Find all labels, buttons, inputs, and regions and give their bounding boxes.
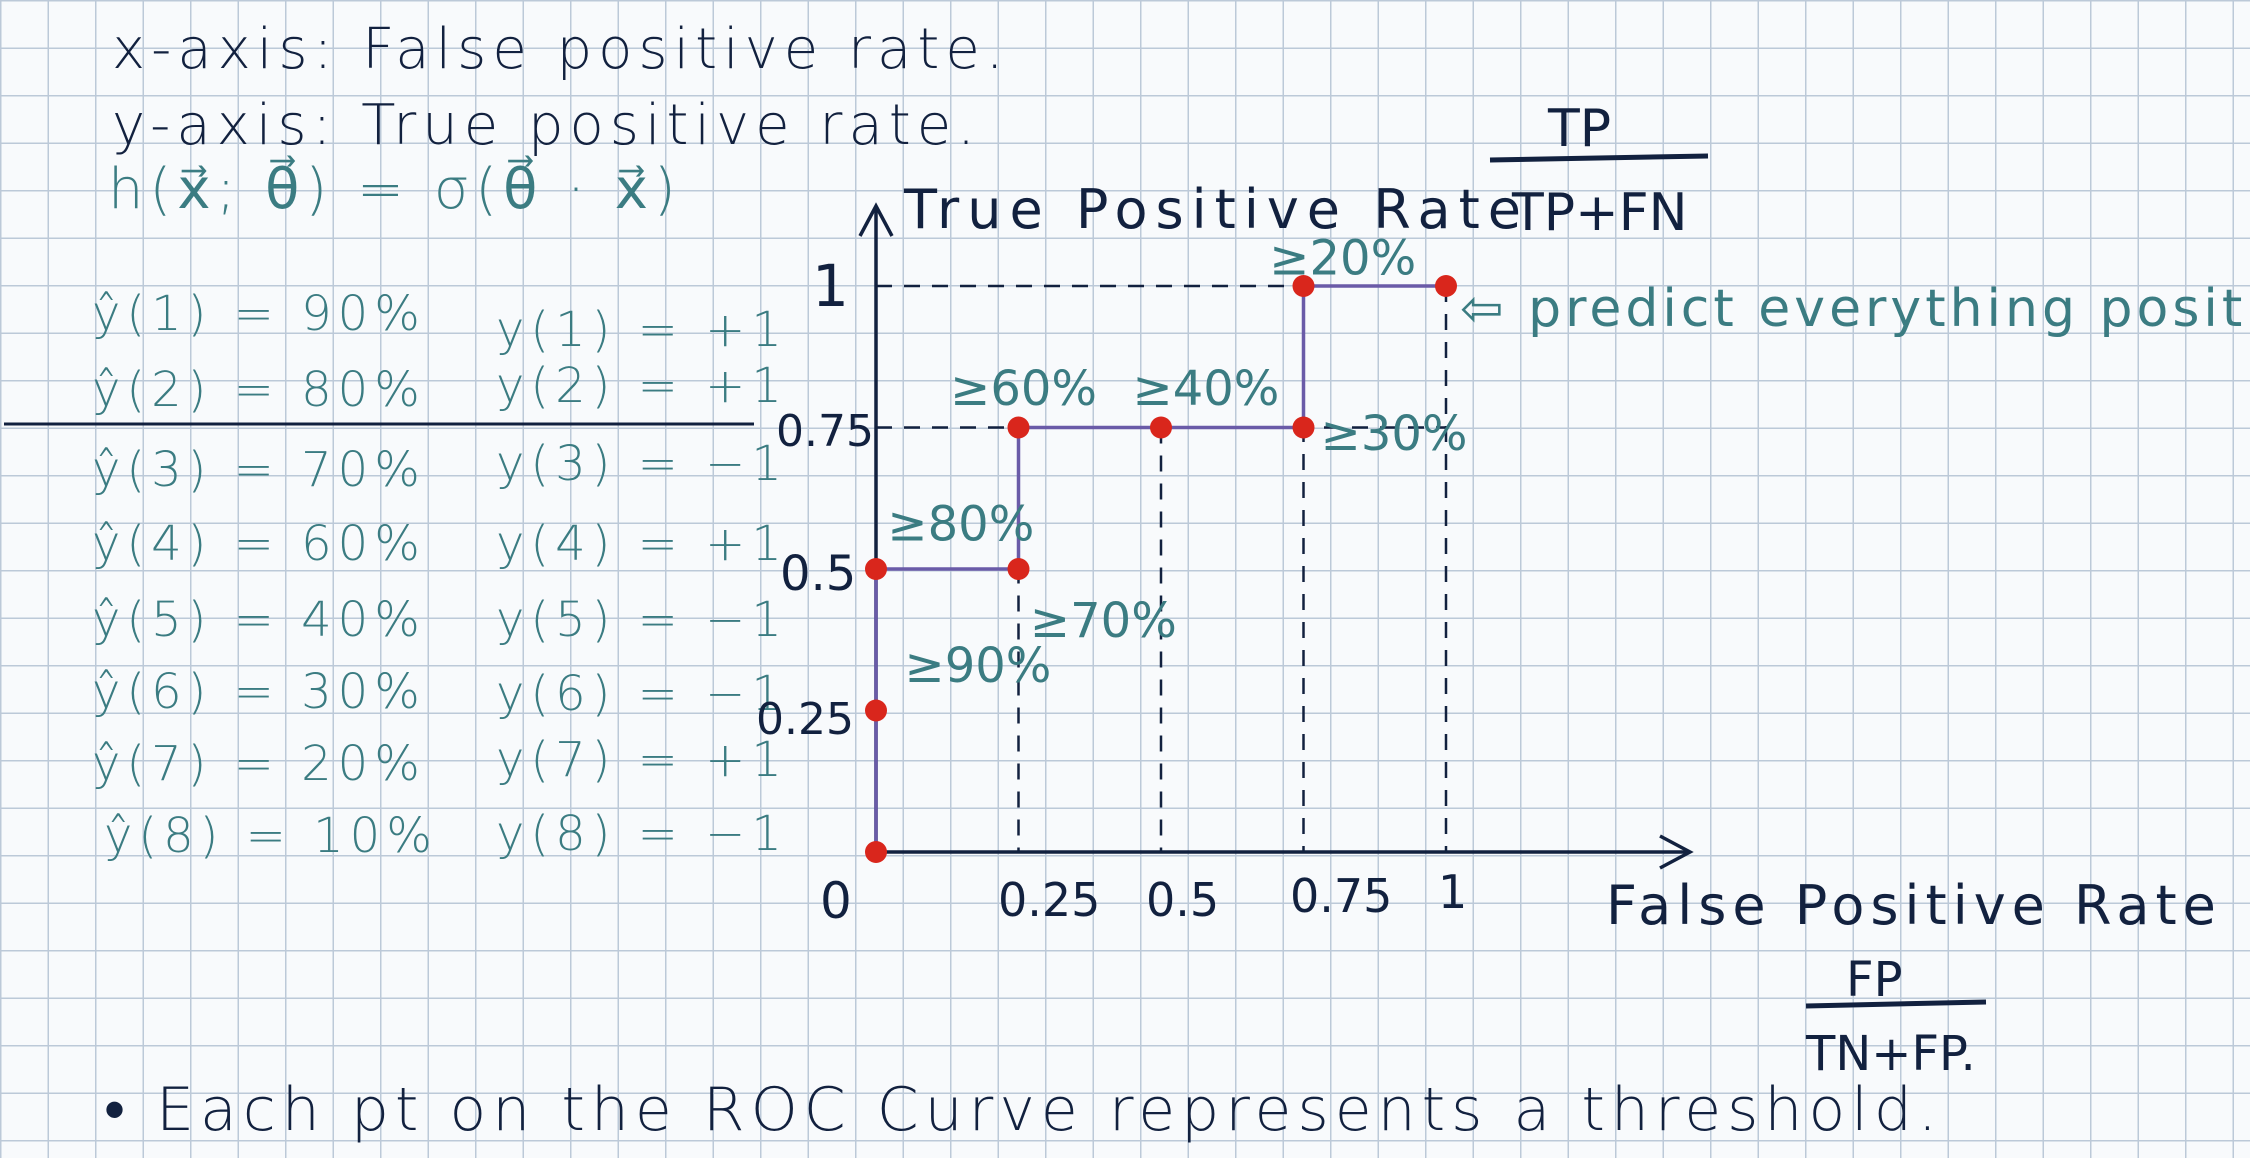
fpr-formula: FP TN+FP. (1805, 952, 1987, 1082)
y-tick-label: 0.25 (756, 694, 854, 745)
threshold-label: ≥80% (887, 497, 1034, 553)
roc-point (865, 841, 887, 863)
roc-point (1435, 275, 1457, 297)
x-tick-labels: 0 0.25 0.5 0.75 1 (820, 865, 1467, 930)
tpr-numerator: TP (1547, 99, 1611, 159)
x-axis-title: False Positive Rate (1606, 874, 2222, 937)
y-tick-label: 1 (812, 252, 849, 320)
footer-note: • Each pt on the ROC Curve represents a … (104, 1075, 1943, 1145)
roc-point (1007, 416, 1030, 439)
x-tick-label: 0.25 (998, 873, 1100, 927)
roc-point (865, 699, 887, 722)
threshold-label: ≥40% (1133, 361, 1280, 417)
predict-everything-annotation: ⇦ predict everything positive (1460, 279, 2250, 339)
y-axis-title: True Positive Rate (903, 178, 1529, 241)
x-tick-label: 0.5 (1146, 873, 1219, 927)
fpr-denominator: TN+FP. (1805, 1026, 1976, 1082)
x-tick-label: 0.75 (1290, 869, 1392, 923)
threshold-labels: ≥90%≥80%≥70%≥60% ≥40%≥30%≥20% (887, 231, 1467, 695)
roc-point (1150, 416, 1172, 439)
y-tick-label: 0.75 (776, 406, 874, 457)
y-tick-labels: 0.25 0.5 0.75 1 (756, 252, 874, 745)
y-tick-label: 0.5 (780, 546, 856, 602)
roc-point (1292, 416, 1315, 439)
roc-diagram: ≥90%≥80%≥70%≥60% ≥40%≥30%≥20% 0 0.25 0.5 … (4, 99, 2250, 1082)
tpr-denominator: TP+FN (1511, 183, 1688, 243)
threshold-label: ≥70% (1030, 593, 1177, 649)
fpr-numerator: FP (1846, 952, 1903, 1008)
tpr-fraction-bar (1489, 153, 1709, 163)
threshold-label: ≥30% (1321, 406, 1468, 462)
roc-point (865, 558, 887, 580)
threshold-label: ≥60% (950, 361, 1097, 417)
roc-point (1007, 558, 1030, 580)
x-tick-label: 0 (820, 872, 852, 930)
tpr-formula: TP TP+FN (1489, 99, 1709, 243)
fpr-fraction-bar (1805, 999, 1987, 1009)
x-tick-label: 1 (1438, 865, 1467, 919)
